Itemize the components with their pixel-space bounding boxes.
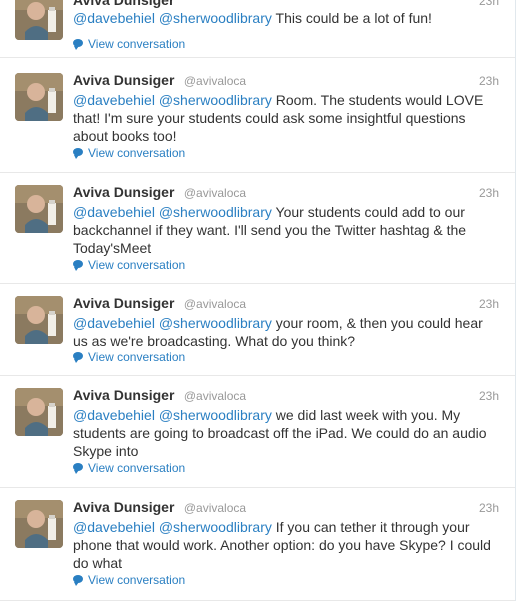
author-name[interactable]: Aviva Dunsiger (73, 72, 174, 88)
tweet-time[interactable]: 23h (479, 186, 499, 200)
view-conversation-label: View conversation (88, 146, 186, 160)
avatar[interactable] (15, 388, 63, 436)
author-name[interactable]: Aviva Dunsiger (73, 184, 174, 200)
view-conversation-link[interactable]: View conversation (73, 461, 185, 475)
tweet-timeline: Aviva Dunsiger 23h @davebehiel @sherwood… (0, 0, 516, 601)
mention-link[interactable]: @davebehiel (73, 204, 155, 220)
view-conversation-link[interactable]: View conversation (73, 146, 185, 160)
speech-bubble-icon (73, 260, 83, 271)
speech-bubble-icon (73, 463, 83, 474)
mention-link[interactable]: @sherwoodlibrary (159, 407, 272, 423)
tweet-text: @davebehiel @sherwoodlibrary Your studen… (73, 203, 498, 257)
mention-link[interactable]: @davebehiel (73, 315, 155, 331)
view-conversation-label: View conversation (88, 461, 186, 475)
tweet-item[interactable]: Aviva Dunsiger @avivaloca 23h @davebehie… (0, 61, 515, 173)
mention-link[interactable]: @davebehiel (73, 519, 155, 535)
view-conversation-link[interactable]: View conversation (73, 350, 185, 364)
avatar[interactable] (15, 296, 63, 344)
author-handle[interactable]: @avivaloca (184, 389, 246, 403)
mention-link[interactable]: @davebehiel (73, 407, 155, 423)
view-conversation-link[interactable]: View conversation (73, 258, 185, 272)
tweet-header: Aviva Dunsiger @avivaloca 23h (73, 499, 504, 519)
tweet-item[interactable]: Aviva Dunsiger @avivaloca 23h @davebehie… (0, 173, 515, 284)
mention-link[interactable]: @sherwoodlibrary (159, 315, 272, 331)
author-name[interactable]: Aviva Dunsiger (73, 295, 174, 311)
tweet-header: Aviva Dunsiger @avivaloca 23h (73, 387, 504, 407)
speech-bubble-icon (73, 352, 83, 363)
tweet-item[interactable]: Aviva Dunsiger 23h @davebehiel @sherwood… (0, 0, 515, 58)
mention-link[interactable]: @sherwoodlibrary (159, 204, 272, 220)
author-handle[interactable]: @avivaloca (184, 186, 246, 200)
avatar[interactable] (15, 73, 63, 121)
view-conversation-label: View conversation (88, 37, 186, 51)
speech-bubble-icon (73, 575, 83, 586)
tweet-time[interactable]: 23h (479, 0, 499, 8)
tweet-item[interactable]: Aviva Dunsiger @avivaloca 23h @davebehie… (0, 376, 515, 488)
view-conversation-label: View conversation (88, 573, 186, 587)
tweet-header: Aviva Dunsiger @avivaloca 23h (73, 72, 504, 92)
mention-link[interactable]: @davebehiel (73, 92, 155, 108)
tweet-text: @davebehiel @sherwoodlibrary we did last… (73, 406, 498, 460)
view-conversation-label: View conversation (88, 258, 186, 272)
tweet-time[interactable]: 23h (479, 297, 499, 311)
mention-link[interactable]: @sherwoodlibrary (159, 519, 272, 535)
mention-link[interactable]: @davebehiel (73, 10, 155, 26)
avatar[interactable] (15, 500, 63, 548)
author-name[interactable]: Aviva Dunsiger (73, 0, 174, 8)
author-name[interactable]: Aviva Dunsiger (73, 499, 174, 515)
author-handle[interactable]: @avivaloca (184, 501, 246, 515)
mention-link[interactable]: @sherwoodlibrary (159, 92, 272, 108)
tweet-header: Aviva Dunsiger @avivaloca 23h (73, 184, 504, 204)
tweet-item[interactable]: Aviva Dunsiger @avivaloca 23h @davebehie… (0, 284, 515, 376)
tweet-body: This could be a lot of fun! (275, 10, 432, 26)
avatar[interactable] (15, 0, 63, 40)
tweet-text: @davebehiel @sherwoodlibrary This could … (73, 9, 498, 27)
tweet-item[interactable]: Aviva Dunsiger @avivaloca 23h @davebehie… (0, 488, 515, 601)
tweet-text: @davebehiel @sherwoodlibrary your room, … (73, 314, 498, 350)
mention-link[interactable]: @sherwoodlibrary (159, 10, 272, 26)
view-conversation-link[interactable]: View conversation (73, 37, 185, 51)
view-conversation-link[interactable]: View conversation (73, 573, 185, 587)
view-conversation-label: View conversation (88, 350, 186, 364)
author-handle[interactable]: @avivaloca (184, 297, 246, 311)
author-name[interactable]: Aviva Dunsiger (73, 387, 174, 403)
tweet-text: @davebehiel @sherwoodlibrary Room. The s… (73, 91, 498, 145)
tweet-header: Aviva Dunsiger @avivaloca 23h (73, 295, 504, 315)
author-handle[interactable]: @avivaloca (184, 74, 246, 88)
tweet-text: @davebehiel @sherwoodlibrary If you can … (73, 518, 498, 572)
tweet-time[interactable]: 23h (479, 74, 499, 88)
avatar[interactable] (15, 185, 63, 233)
tweet-time[interactable]: 23h (479, 501, 499, 515)
tweet-time[interactable]: 23h (479, 389, 499, 403)
speech-bubble-icon (73, 148, 83, 159)
speech-bubble-icon (73, 39, 83, 50)
